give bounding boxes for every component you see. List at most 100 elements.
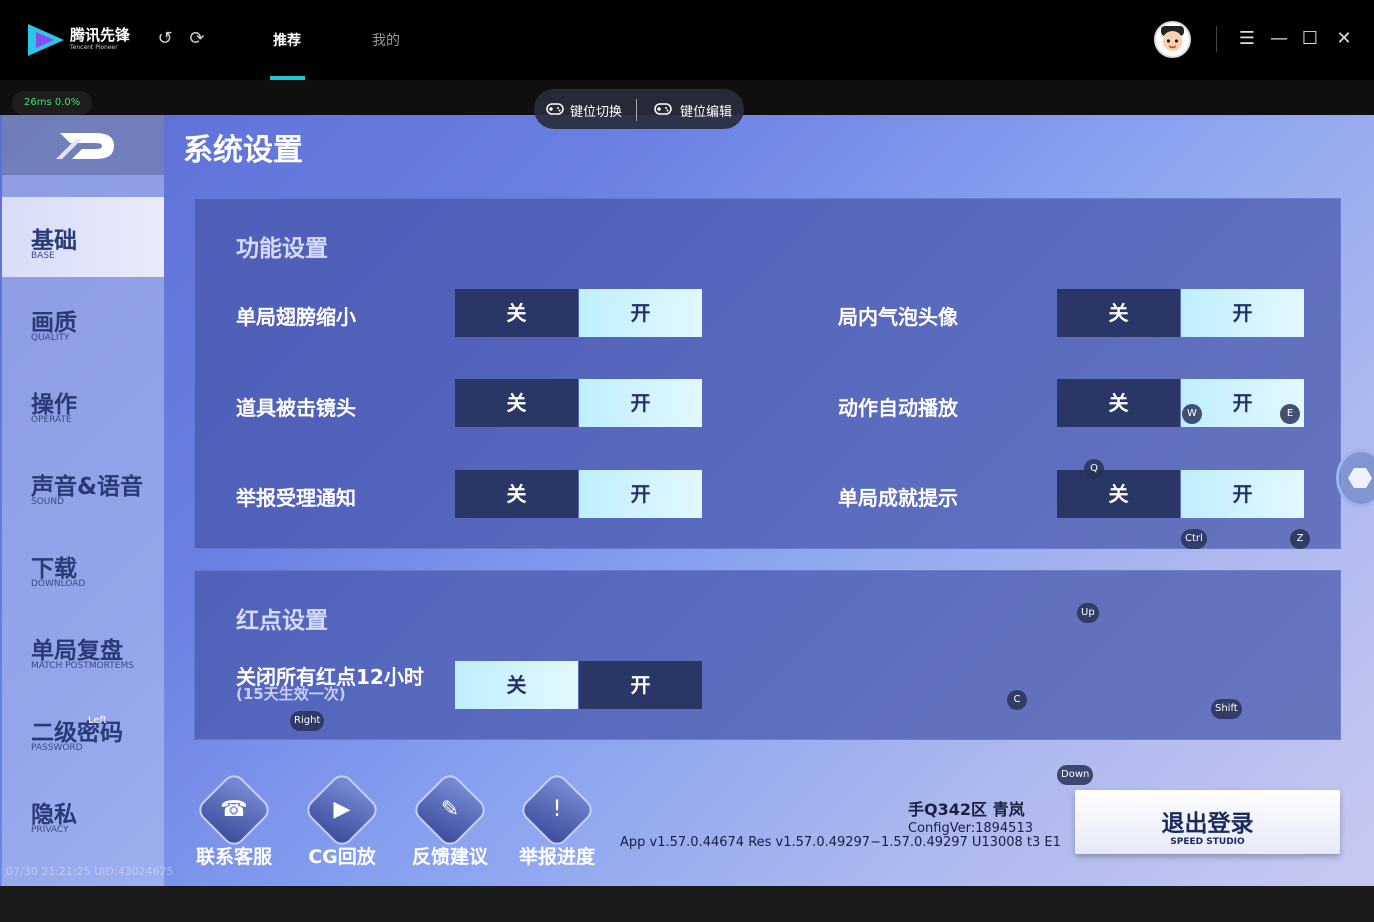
network-status: 26ms 0.0% [12, 91, 93, 115]
toggle-on-option[interactable]: 开 [579, 289, 702, 337]
sidebar-item-label: 隐私 [31, 802, 77, 828]
reddot-settings-panel [194, 570, 1341, 740]
app-version: App v1.57.0.44674 Res v1.57.0.49297−1.57… [620, 835, 1061, 850]
divider [1216, 26, 1217, 52]
key-mapping-bar: 键位切换 键位编辑 [534, 89, 744, 129]
toggle-on-option[interactable]: 开 [579, 661, 702, 709]
undo-icon[interactable]: ↺ [155, 29, 175, 49]
toggle-bubble-avatar: 关 开 [1057, 289, 1304, 337]
avatar-face-icon [1161, 26, 1184, 51]
toggle-off-option[interactable]: 关 [1057, 470, 1180, 518]
toggle-off-option[interactable]: 关 [455, 470, 578, 518]
sidebar-item-privacy[interactable]: 隐私 PRIVACY [2, 771, 164, 851]
close-icon[interactable]: ✕ [1333, 28, 1355, 50]
keybar-divider [636, 99, 637, 121]
key-edit-button[interactable]: 键位编辑 [680, 101, 732, 120]
game-logo [2, 115, 164, 175]
toggle-on-option[interactable]: 开 [1181, 470, 1304, 518]
key-hint: Z [1290, 529, 1310, 549]
setting-label: 动作自动播放 [838, 396, 958, 420]
button-label: CG回放 [308, 846, 376, 868]
sidebar-item-label: 声音&语音 [31, 474, 144, 500]
key-hint: W [1182, 404, 1202, 424]
sidebar-item-sublabel: DOWNLOAD [31, 579, 86, 589]
button-label: 举报进度 [518, 846, 595, 868]
contact-support-button[interactable]: ☎ 联系客服 [188, 770, 280, 869]
button-label: 联系客服 [195, 846, 272, 868]
config-version: ConfigVer:1894513 [908, 821, 1033, 836]
sidebar-item-label: 画质 [31, 310, 77, 336]
refresh-icon[interactable]: ⟳ [187, 29, 207, 49]
menu-icon[interactable]: ☰ [1236, 28, 1258, 50]
side-float-button[interactable] [1336, 449, 1374, 507]
sidebar-item-sound[interactable]: 声音&语音 SOUND [2, 443, 164, 523]
logout-button[interactable]: 退出登录 SPEED STUDIO [1075, 790, 1340, 854]
key-switch-button[interactable]: 键位切换 [570, 101, 622, 120]
key-hint: E [1280, 404, 1300, 424]
video-icon: ▶ [333, 797, 351, 822]
gamepad-icon [546, 103, 564, 115]
headset-icon: ☎ [220, 797, 248, 822]
uid-watermark: 07/30 21:21:25 UID:43024675 [6, 865, 174, 878]
section-title: 红点设置 [236, 608, 328, 634]
toggle-off-option[interactable]: 关 [455, 379, 578, 427]
key-hint: Left [88, 715, 107, 726]
avatar[interactable] [1154, 21, 1191, 58]
loss-value: 0.0% [54, 97, 81, 108]
minimize-icon[interactable]: — [1268, 28, 1290, 50]
title-bar: 腾讯先锋 Tencent Pioneer ↺ ⟳ 推荐 我的 ☰ — ☐ ✕ [0, 0, 1374, 80]
game-viewport: 基础 BASE 画质 QUALITY 操作 OPERATE 声音&语音 SOUN… [0, 115, 1374, 886]
key-hint: Up [1077, 603, 1099, 623]
cg-replay-button[interactable]: ▶ CG回放 [296, 770, 388, 869]
toggle-off-option[interactable]: 关 [455, 289, 578, 337]
tencent-pioneer-logo [28, 24, 64, 56]
tab-recommend[interactable]: 推荐 [273, 30, 301, 50]
toggle-on-option[interactable]: 开 [1181, 289, 1304, 337]
toggle-off-option[interactable]: 关 [1057, 379, 1180, 427]
sidebar-item-download[interactable]: 下载 DOWNLOAD [2, 525, 164, 605]
toggle-off-option[interactable]: 关 [455, 661, 578, 709]
toggle-on-option[interactable]: 开 [579, 470, 702, 518]
logout-label: 退出登录 [1161, 811, 1254, 837]
feedback-button[interactable]: ✎ 反馈建议 [404, 770, 496, 869]
sidebar-item-operate[interactable]: 操作 OPERATE [2, 361, 164, 441]
toggle-on-option[interactable]: 开 [579, 379, 702, 427]
report-progress-button[interactable]: ! 举报进度 [511, 770, 603, 869]
maximize-icon[interactable]: ☐ [1299, 28, 1321, 50]
sidebar-item-sublabel: OPERATE [31, 415, 72, 425]
key-hint: C [1007, 690, 1027, 710]
key-hint: Down [1057, 765, 1094, 785]
toggle-hide-red-dots: 关 开 [455, 661, 702, 709]
sidebar-item-sublabel: SOUND [31, 497, 65, 507]
bottom-strip [0, 886, 1374, 922]
key-hint: Right [290, 711, 325, 731]
sidebar-item-sublabel: PASSWORD [31, 743, 83, 753]
sidebar-item-quality[interactable]: 画质 QUALITY [2, 279, 164, 359]
sidebar-item-label: 单局复盘 [31, 638, 123, 664]
hexagon-icon [1348, 468, 1372, 488]
key-hint: Q [1084, 459, 1104, 479]
warning-icon: ! [552, 797, 562, 822]
server-name: 手Q342区 青岚 [908, 800, 1025, 819]
sidebar-item-label: 下载 [31, 556, 77, 582]
sidebar-item-sublabel: BASE [31, 251, 55, 261]
sidebar-item-label: 操作 [31, 392, 77, 418]
sidebar-item-password[interactable]: 二级密码 PASSWORD [2, 689, 164, 769]
button-label: 反馈建议 [411, 846, 488, 868]
setting-label: 举报受理通知 [236, 486, 356, 510]
setting-label: 单局成就提示 [838, 486, 958, 510]
toggle-wing-shrink: 关 开 [455, 289, 702, 337]
tab-mine[interactable]: 我的 [372, 30, 400, 50]
key-hint: Shift [1211, 699, 1242, 719]
gamepad-icon [654, 103, 672, 115]
logo-subtext: Tencent Pioneer [70, 44, 118, 51]
section-title: 功能设置 [236, 236, 328, 262]
sidebar-item-match-postmortems[interactable]: 单局复盘 MATCH POSTMORTEMS [2, 607, 164, 687]
setting-label: 道具被击镜头 [236, 396, 356, 420]
toggle-off-option[interactable]: 关 [1057, 289, 1180, 337]
sidebar-item-base[interactable]: 基础 BASE [2, 197, 164, 277]
sidebar-item-sublabel: QUALITY [31, 333, 70, 343]
setting-label: 局内气泡头像 [838, 305, 958, 329]
toggle-item-hit-camera: 关 开 [455, 379, 702, 427]
sidebar-item-sublabel: MATCH POSTMORTEMS [31, 661, 134, 671]
